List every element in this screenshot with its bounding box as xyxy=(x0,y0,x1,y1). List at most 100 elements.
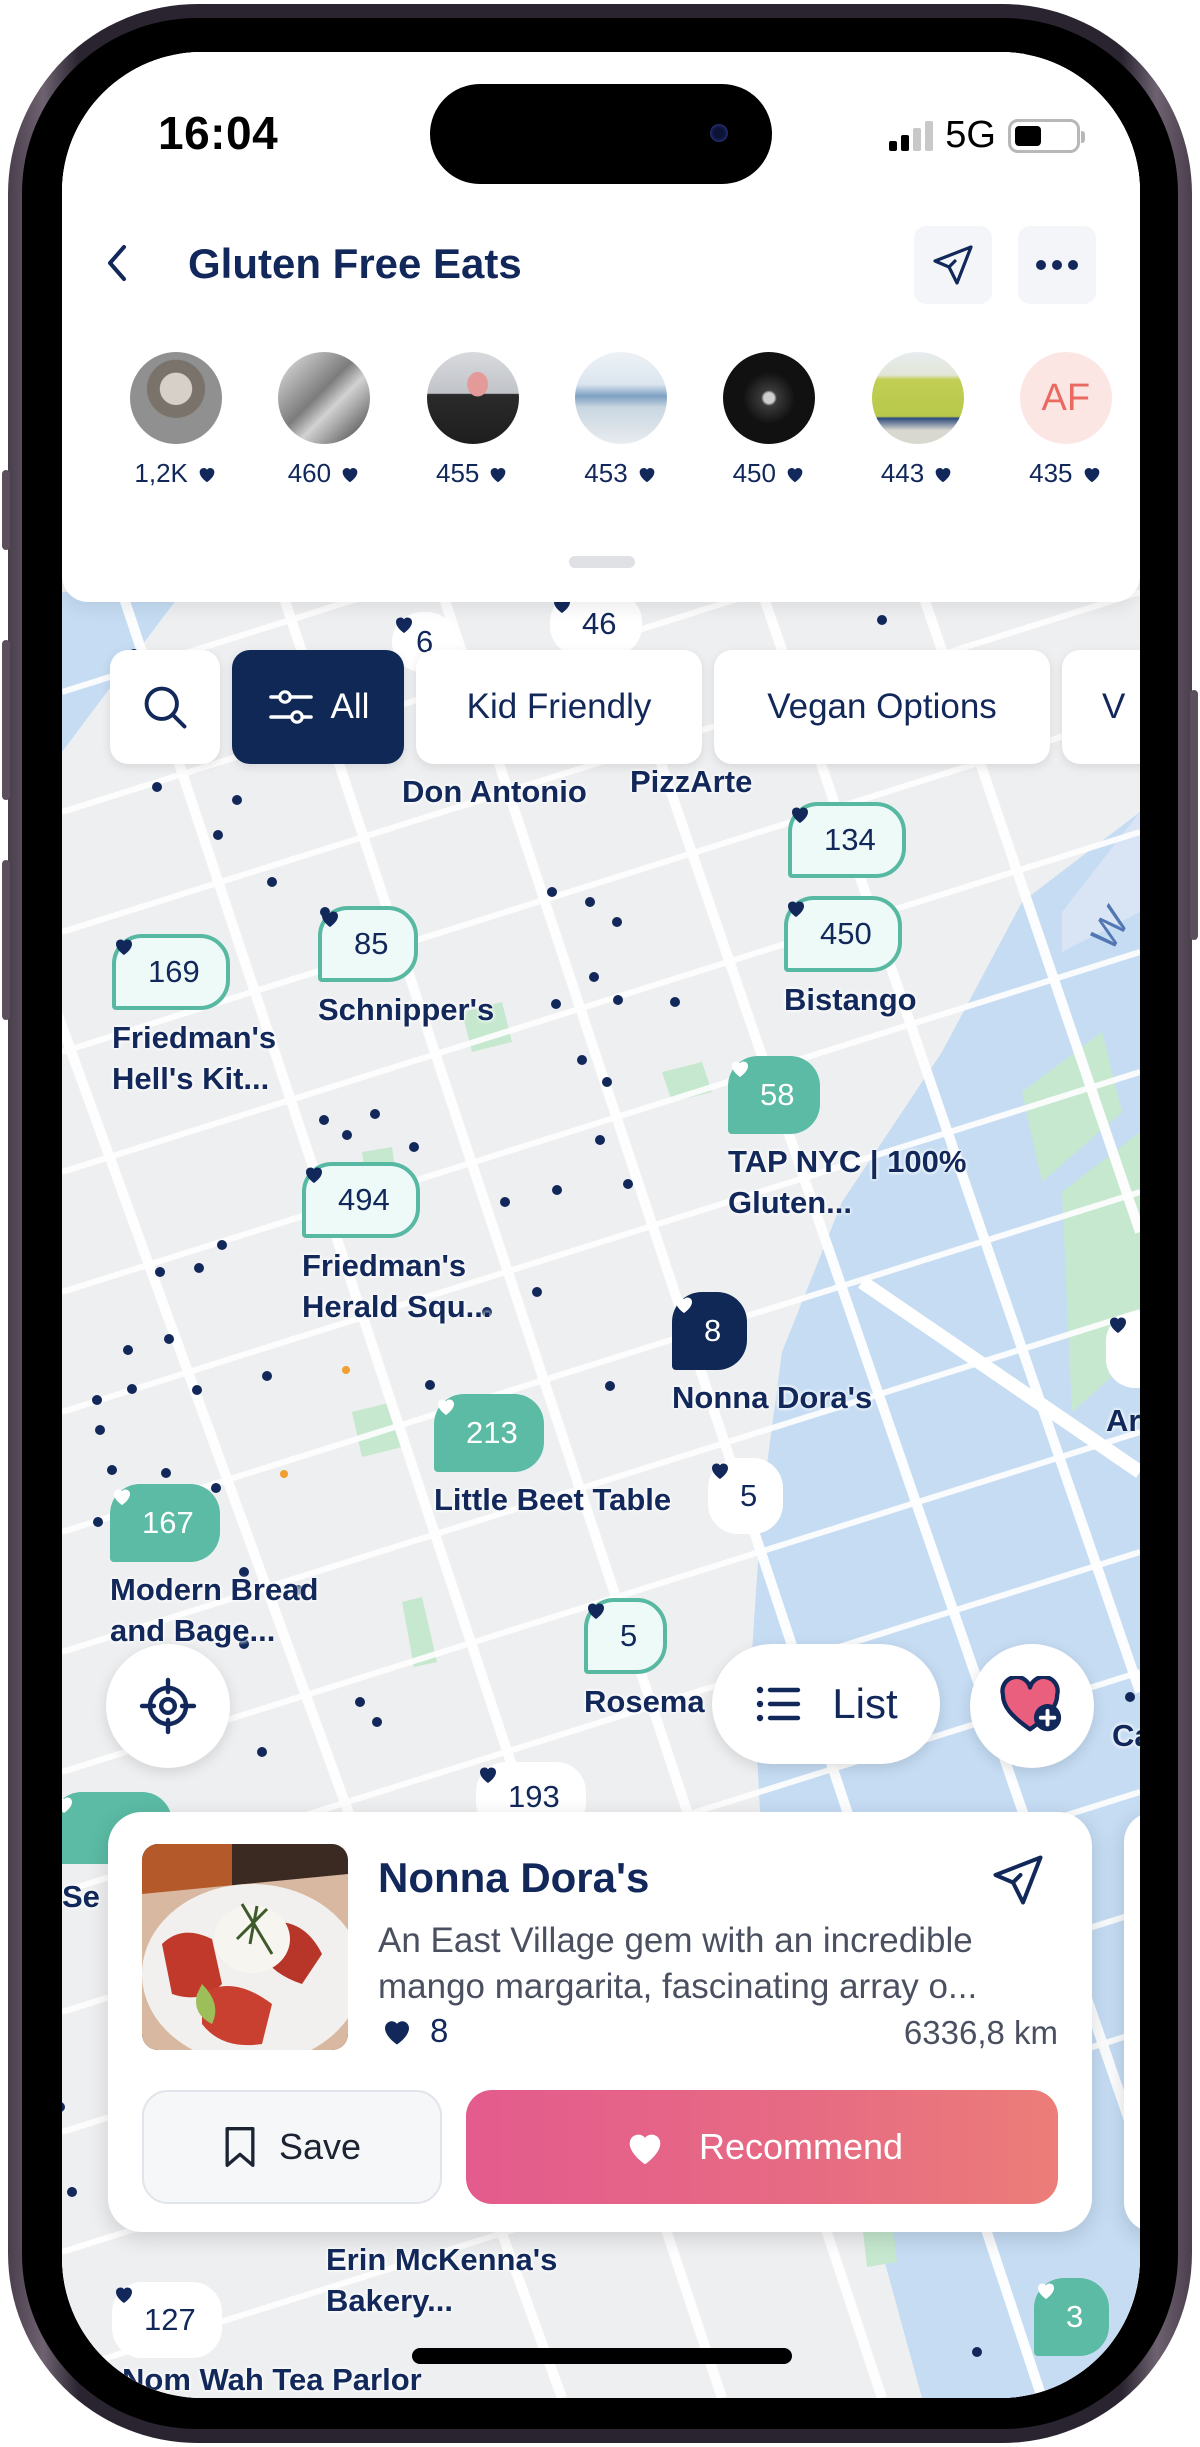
map-marker[interactable]: Ca xyxy=(1112,1708,1140,1757)
heart-icon xyxy=(116,2287,132,2303)
marker-bubble[interactable]: 85 xyxy=(318,906,419,982)
marker-bubble[interactable]: 58 xyxy=(728,1056,821,1134)
avatar-count: 455 xyxy=(436,458,480,488)
marker-bubble[interactable]: 450 xyxy=(784,896,902,972)
map-marker[interactable]: 167 Modern Bread and Bage... xyxy=(110,1484,350,1652)
save-button[interactable]: Save xyxy=(142,2090,442,2204)
directions-button[interactable] xyxy=(988,1850,1048,1910)
marker-bubble[interactable] xyxy=(1106,1312,1140,1388)
heart-icon xyxy=(306,1167,322,1183)
food-image xyxy=(142,1844,348,2050)
map-marker[interactable]: 5 xyxy=(708,1458,784,1534)
marker-count: 169 xyxy=(148,954,200,989)
filter-chips: All Kid Friendly Vegan Options V xyxy=(110,650,1140,764)
description-line: An East Village gem with an incredible xyxy=(378,1921,973,1960)
locate-button[interactable] xyxy=(106,1644,230,1768)
avatar-item[interactable]: 1,2K xyxy=(102,352,250,489)
map-marker[interactable]: 134 xyxy=(788,802,906,878)
recommend-button[interactable]: Recommend xyxy=(466,2090,1058,2204)
avatar[interactable] xyxy=(574,352,667,444)
place-photo[interactable] xyxy=(142,1844,348,2050)
search-button[interactable] xyxy=(110,650,220,764)
map-marker[interactable]: 85 Schnipper's xyxy=(318,906,494,1031)
avatar[interactable] xyxy=(723,352,816,444)
marker-label: TAP NYC | 100% Gluten... xyxy=(728,1144,967,1220)
marker-label: Friedman's Hell's Kit... xyxy=(112,1020,277,1096)
likes-count: 8 xyxy=(430,2012,449,2049)
home-indicator[interactable] xyxy=(412,2348,792,2364)
paper-plane-icon xyxy=(933,245,973,285)
heart-icon xyxy=(788,901,804,917)
place-title[interactable]: Nonna Dora's xyxy=(378,1854,649,1902)
avatar-item[interactable]: 453 xyxy=(547,352,695,489)
status-time: 16:04 xyxy=(158,107,279,159)
power-button xyxy=(1190,690,1198,940)
avatar[interactable] xyxy=(426,352,519,444)
marker-bubble[interactable]: 127 xyxy=(112,2282,222,2358)
marker-bubble[interactable]: 8 xyxy=(672,1292,748,1370)
map-marker[interactable]: 213 Little Beet Table xyxy=(434,1394,671,1521)
sliders-icon xyxy=(268,690,313,724)
map-marker[interactable]: 169 Friedman's Hell's Kit... xyxy=(112,934,312,1100)
map-marker[interactable]: 450 Bistango xyxy=(784,896,917,1021)
list-view-button[interactable]: List xyxy=(712,1644,940,1764)
map-marker[interactable]: 127 xyxy=(112,2282,222,2358)
marker-bubble[interactable]: 5 xyxy=(584,1598,668,1674)
map-marker[interactable]: 5 Rosema xyxy=(584,1598,705,1723)
marker-label: Nonna Dora's xyxy=(672,1380,873,1415)
avatar-item[interactable]: 443 xyxy=(843,352,991,489)
map-marker[interactable]: Erin McKenna's Bakery... xyxy=(326,2232,586,2322)
filter-chip-vegan-options[interactable]: Vegan Options xyxy=(714,650,1050,764)
marker-bubble[interactable]: 213 xyxy=(434,1394,544,1472)
avatar-count: 443 xyxy=(880,458,925,488)
marker-bubble[interactable]: 134 xyxy=(788,802,906,878)
back-button[interactable] xyxy=(92,238,142,288)
map-marker[interactable]: Ar xyxy=(1106,1312,1140,1442)
map-marker[interactable]: Nom Wah Tea Parlor xyxy=(122,2352,422,2398)
marker-bubble[interactable]: 5 xyxy=(708,1458,784,1534)
avatar[interactable] xyxy=(278,352,371,444)
map-marker[interactable]: 494 Friedman's Herald Squ... xyxy=(302,1162,522,1328)
avatar-item[interactable]: AF 435 xyxy=(992,352,1140,489)
filter-chip-more[interactable]: V xyxy=(1062,650,1140,764)
screen: h Ave W xyxy=(62,52,1140,2398)
mute-switch xyxy=(2,470,10,550)
recommend-label: Recommend xyxy=(698,2126,904,2167)
avatar[interactable] xyxy=(130,352,223,444)
place-description: An East Village gem with an incredible m… xyxy=(378,1918,1058,2010)
chip-label: Kid Friendly xyxy=(466,687,652,726)
avatar-count: 450 xyxy=(732,458,776,488)
avatar-item[interactable]: 455 xyxy=(399,352,547,489)
marker-bubble[interactable]: 3 xyxy=(1034,2278,1110,2356)
marker-label: Ca xyxy=(1112,1718,1140,1753)
map-marker[interactable]: 3 xyxy=(1034,2278,1110,2356)
filter-chip-all[interactable]: All xyxy=(232,650,404,764)
more-button[interactable] xyxy=(1018,226,1096,304)
heart-icon xyxy=(588,1603,604,1619)
sheet-handle[interactable] xyxy=(569,556,635,568)
map-marker[interactable]: 58 TAP NYC | 100% Gluten... xyxy=(728,1056,978,1224)
page-title: Gluten Free Eats xyxy=(188,240,522,287)
place-card[interactable]: Nonna Dora's An East Village gem with an… xyxy=(108,1812,1092,2232)
marker-count: 3 xyxy=(1066,2299,1084,2334)
avatar-item[interactable]: 460 xyxy=(250,352,398,489)
filter-chip-kid-friendly[interactable]: Kid Friendly xyxy=(416,650,702,764)
add-favorite-button[interactable] xyxy=(970,1644,1094,1768)
marker-bubble[interactable]: 494 xyxy=(302,1162,420,1238)
share-button[interactable] xyxy=(914,226,992,304)
heart-icon xyxy=(385,2021,409,2045)
map-marker[interactable]: Don Antonio xyxy=(402,764,587,813)
marker-bubble[interactable]: 169 xyxy=(112,934,230,1010)
marker-count: 58 xyxy=(760,1077,795,1112)
paper-plane-icon xyxy=(993,1855,1043,1905)
signal-icon xyxy=(889,120,934,151)
next-place-card[interactable] xyxy=(1124,1812,1140,2232)
marker-bubble[interactable]: 167 xyxy=(110,1484,220,1562)
avatar-initials[interactable]: AF xyxy=(1019,352,1112,444)
heart-icon xyxy=(639,467,655,482)
avatar-item[interactable]: 450 xyxy=(695,352,843,489)
avatar[interactable] xyxy=(871,352,964,444)
map-marker-selected[interactable]: 8 Nonna Dora's xyxy=(672,1292,872,1419)
heart-icon xyxy=(732,1061,748,1077)
marker-count: 494 xyxy=(338,1182,390,1217)
